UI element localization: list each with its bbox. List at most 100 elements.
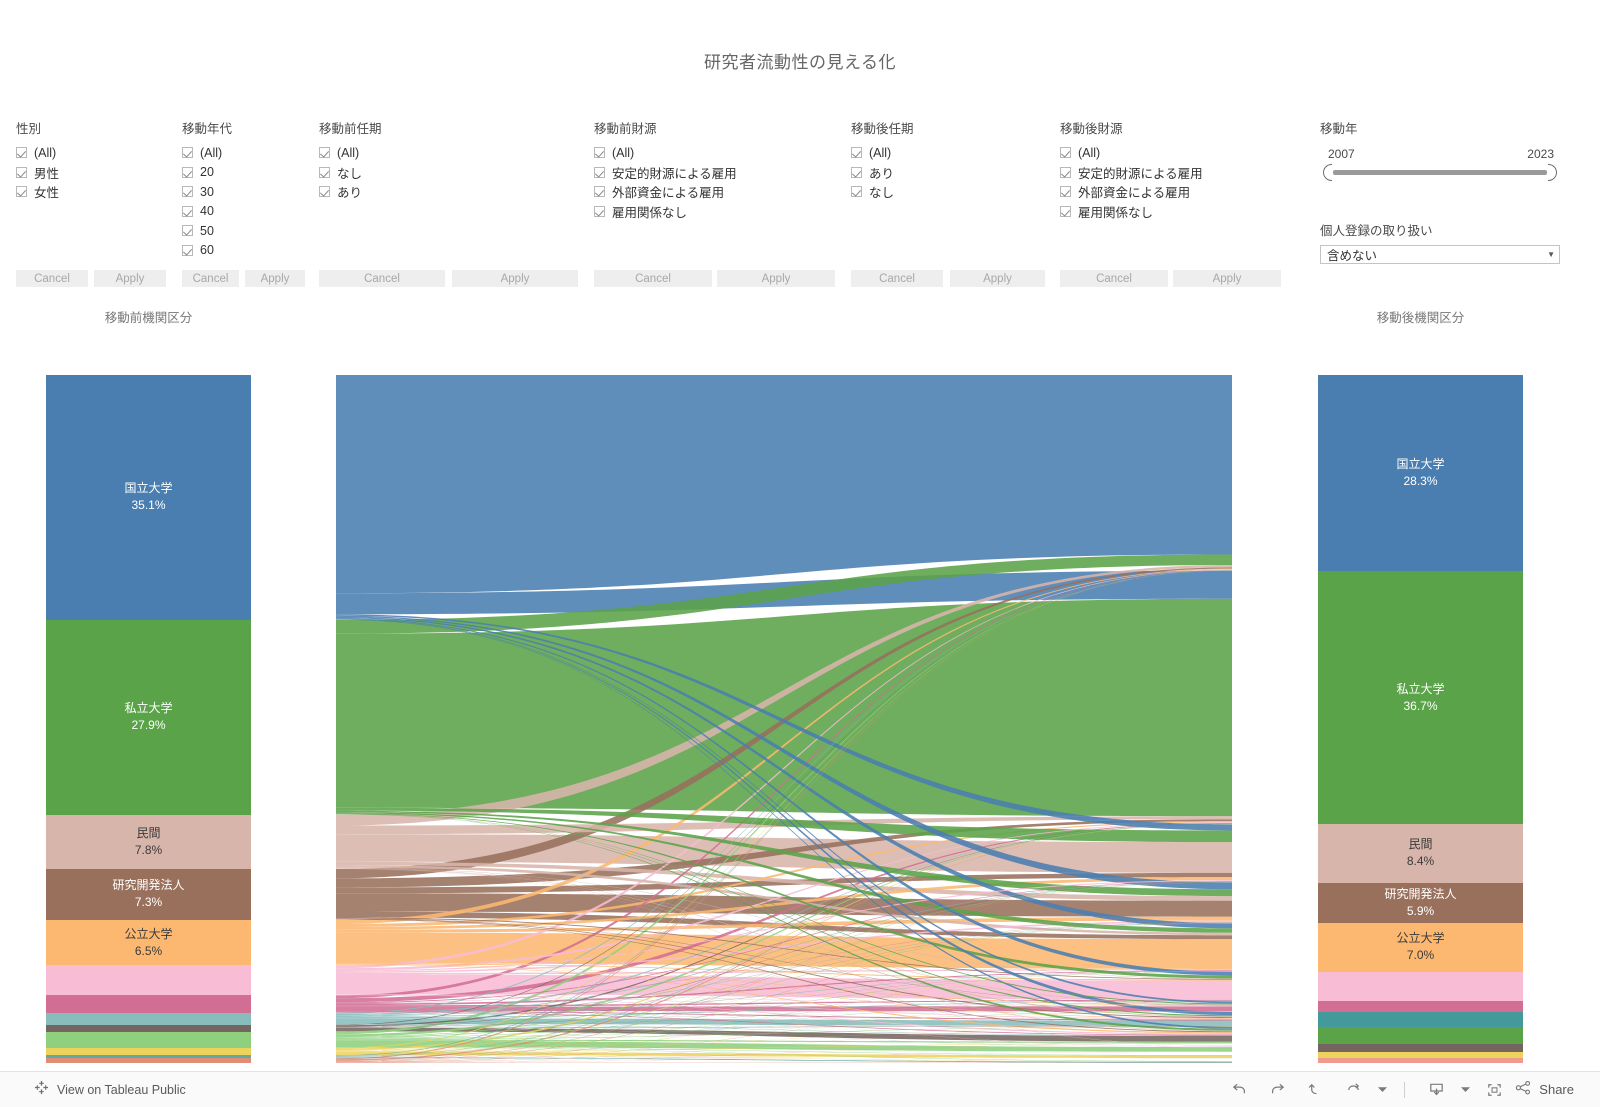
- sankey-node-target-8[interactable]: [1318, 1026, 1523, 1044]
- cancel-button-0[interactable]: Cancel: [16, 270, 88, 287]
- sankey-link: [336, 1000, 1232, 1019]
- redo-icon[interactable]: [1260, 1077, 1294, 1103]
- page-title: 研究者流動性の見える化: [704, 53, 896, 72]
- year-slider-track[interactable]: [1323, 164, 1557, 181]
- apply-button-2[interactable]: Apply: [452, 270, 578, 287]
- filter-checkbox-item[interactable]: なし: [851, 182, 914, 202]
- apply-button-5[interactable]: Apply: [1173, 270, 1281, 287]
- checkbox-checked-icon[interactable]: [594, 147, 605, 159]
- sankey-link: [336, 823, 1232, 1037]
- cancel-button-4[interactable]: Cancel: [851, 270, 943, 287]
- download-dropdown-icon[interactable]: [1457, 1077, 1473, 1103]
- sankey-node-target-5[interactable]: [1318, 971, 1523, 1002]
- filter-checkbox-item[interactable]: 雇用関係なし: [1060, 202, 1203, 222]
- apply-button-0[interactable]: Apply: [94, 270, 166, 287]
- sankey-link: [336, 1027, 1232, 1042]
- sankey-node-source-1[interactable]: 私立大学 27.9%: [46, 619, 251, 815]
- filter-checkbox-item[interactable]: あり: [851, 163, 914, 183]
- checkbox-checked-icon[interactable]: [851, 186, 862, 198]
- filter-checkbox-item[interactable]: 30: [182, 182, 232, 202]
- checkbox-checked-icon[interactable]: [1060, 186, 1071, 198]
- cancel-button-3[interactable]: Cancel: [594, 270, 712, 287]
- checkbox-checked-icon[interactable]: [319, 166, 330, 178]
- filter-checkbox-label: あり: [337, 186, 363, 201]
- sankey-node-source-10[interactable]: [46, 1047, 251, 1056]
- sankey-node-source-5[interactable]: [46, 965, 251, 996]
- apply-button-1[interactable]: Apply: [245, 270, 305, 287]
- sankey-node-target-4[interactable]: 公立大学 7.0%: [1318, 923, 1523, 972]
- filter-checkbox-item[interactable]: (All): [182, 143, 232, 163]
- personal-registration-select[interactable]: 含めない ▼: [1320, 245, 1560, 264]
- apply-button-4[interactable]: Apply: [950, 270, 1045, 287]
- sankey-link: [336, 923, 1232, 1051]
- checkbox-checked-icon[interactable]: [594, 205, 605, 217]
- filter-checkbox-item[interactable]: 外部資金による雇用: [1060, 182, 1203, 202]
- checkbox-checked-icon[interactable]: [1060, 166, 1071, 178]
- filter-checkbox-item[interactable]: 男性: [16, 163, 59, 183]
- filter-checkbox-item[interactable]: 60: [182, 241, 232, 261]
- sankey-node-source-9[interactable]: [46, 1031, 251, 1048]
- checkbox-checked-icon[interactable]: [594, 186, 605, 198]
- sankey-link: [336, 614, 1232, 831]
- sankey-node-source-0[interactable]: 国立大学 35.1%: [46, 375, 251, 620]
- sankey-node-target-0[interactable]: 国立大学 28.3%: [1318, 375, 1523, 571]
- checkbox-checked-icon[interactable]: [182, 166, 193, 178]
- checkbox-checked-icon[interactable]: [319, 186, 330, 198]
- filter-checkbox-item[interactable]: 安定的財源による雇用: [594, 163, 737, 183]
- pause-dropdown-icon[interactable]: [1374, 1077, 1390, 1103]
- filter-checkbox-item[interactable]: 外部資金による雇用: [594, 182, 737, 202]
- checkbox-checked-icon[interactable]: [851, 166, 862, 178]
- checkbox-checked-icon[interactable]: [594, 166, 605, 178]
- sankey-node-target-1[interactable]: 私立大学 36.7%: [1318, 570, 1523, 825]
- filter-checkbox-item[interactable]: (All): [851, 143, 914, 163]
- filter-checkbox-item[interactable]: あり: [319, 182, 382, 202]
- share-button[interactable]: Share: [1515, 1080, 1578, 1099]
- checkbox-checked-icon[interactable]: [16, 166, 27, 178]
- checkbox-checked-icon[interactable]: [1060, 147, 1071, 159]
- filter-checkbox-item[interactable]: (All): [16, 143, 59, 163]
- checkbox-checked-icon[interactable]: [851, 147, 862, 159]
- filter-checkbox-item[interactable]: 50: [182, 221, 232, 241]
- sankey-node-source-6[interactable]: [46, 995, 251, 1013]
- cancel-button-1[interactable]: Cancel: [182, 270, 239, 287]
- filter-checkbox-item[interactable]: 20: [182, 163, 232, 183]
- checkbox-checked-icon[interactable]: [319, 147, 330, 159]
- filter-checkbox-item[interactable]: 安定的財源による雇用: [1060, 163, 1203, 183]
- sankey-node-source-12[interactable]: [46, 1058, 251, 1063]
- fullscreen-icon[interactable]: [1477, 1077, 1511, 1103]
- revert-icon[interactable]: [1298, 1077, 1332, 1103]
- filter-checkbox-item[interactable]: 女性: [16, 182, 59, 202]
- filter-checkbox-item[interactable]: 40: [182, 202, 232, 222]
- sankey-node-source-2[interactable]: 民間 7.8%: [46, 814, 251, 869]
- checkbox-checked-icon[interactable]: [16, 186, 27, 198]
- checkbox-checked-icon[interactable]: [1060, 205, 1071, 217]
- refresh-icon[interactable]: [1336, 1077, 1370, 1103]
- filter-checkbox-item[interactable]: (All): [1060, 143, 1203, 163]
- sankey-node-source-8[interactable]: [46, 1024, 251, 1032]
- download-icon[interactable]: [1419, 1077, 1453, 1103]
- checkbox-checked-icon[interactable]: [182, 147, 193, 159]
- apply-button-3[interactable]: Apply: [717, 270, 835, 287]
- sankey-node-target-2[interactable]: 民間 8.4%: [1318, 824, 1523, 883]
- checkbox-checked-icon[interactable]: [182, 205, 193, 217]
- sankey-node-source-3[interactable]: 研究開発法人 7.3%: [46, 869, 251, 920]
- sankey-node-source-7[interactable]: [46, 1012, 251, 1025]
- cancel-button-5[interactable]: Cancel: [1060, 270, 1168, 287]
- filter-checkbox-item[interactable]: (All): [594, 143, 737, 163]
- filter-checkbox-item[interactable]: 雇用関係なし: [594, 202, 737, 222]
- sankey-node-target-6[interactable]: [1318, 1001, 1523, 1012]
- sankey-node-source-4[interactable]: 公立大学 6.5%: [46, 919, 251, 966]
- undo-icon[interactable]: [1222, 1077, 1256, 1103]
- sankey-node-target-11[interactable]: [1318, 1058, 1523, 1063]
- filter-checkbox-item[interactable]: (All): [319, 143, 382, 163]
- filter-checkbox-item[interactable]: なし: [319, 163, 382, 183]
- checkbox-checked-icon[interactable]: [182, 186, 193, 198]
- checkbox-checked-icon[interactable]: [182, 225, 193, 237]
- checkbox-checked-icon[interactable]: [182, 244, 193, 256]
- view-on-tableau-public-link[interactable]: View on Tableau Public: [57, 1083, 186, 1097]
- sankey-node-target-9[interactable]: [1318, 1043, 1523, 1052]
- cancel-button-2[interactable]: Cancel: [319, 270, 445, 287]
- sankey-node-target-7[interactable]: [1318, 1011, 1523, 1027]
- sankey-node-target-3[interactable]: 研究開発法人 5.9%: [1318, 882, 1523, 924]
- checkbox-checked-icon[interactable]: [16, 147, 27, 159]
